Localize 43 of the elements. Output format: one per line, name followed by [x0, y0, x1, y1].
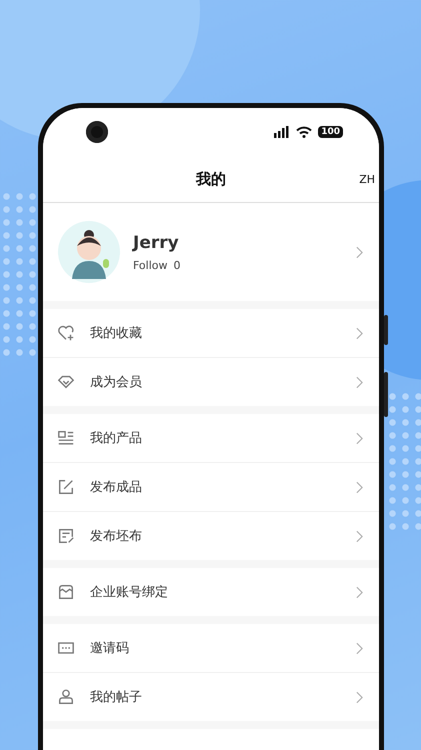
wifi-icon	[296, 126, 312, 138]
chevron-right-icon	[356, 530, 363, 542]
language-button[interactable]: ZH	[357, 170, 377, 188]
user-icon	[57, 688, 75, 706]
edit-icon	[57, 478, 75, 496]
menu-label: 邀请码	[90, 640, 130, 657]
camera-icon	[86, 121, 108, 143]
menu-label: 发布坯布	[90, 528, 143, 545]
store-icon	[57, 583, 75, 601]
diamond-icon	[57, 373, 75, 391]
chevron-right-icon	[356, 432, 363, 444]
chevron-right-icon	[356, 376, 363, 388]
profile-row[interactable]: Jerry Follow 0	[43, 203, 379, 301]
menu-label: 成为会员	[90, 374, 143, 391]
menu-label: 我的收藏	[90, 325, 143, 342]
menu-item[interactable]: 我的产品	[43, 414, 379, 463]
page-title: 我的	[196, 170, 226, 188]
chevron-right-icon	[356, 642, 363, 654]
list-icon	[57, 429, 75, 447]
menu-item[interactable]: 发布坯布	[43, 512, 379, 560]
heart-plus-icon	[57, 324, 75, 342]
menu-item[interactable]: 我的收藏	[43, 309, 379, 358]
signal-icon	[274, 126, 290, 138]
menu-item[interactable]: 我的帖子	[43, 673, 379, 721]
menu-item[interactable]: 成为会员	[43, 358, 379, 406]
menu-label: 我的产品	[90, 430, 143, 447]
menu-item[interactable]: 发布成品	[43, 463, 379, 512]
menu-item[interactable]: 企业账号绑定	[43, 568, 379, 616]
menu-label: 我的帖子	[90, 689, 143, 706]
chevron-right-icon	[356, 586, 363, 598]
chevron-right-icon	[356, 326, 363, 340]
menu-label: 发布成品	[90, 479, 143, 496]
follow-count: 0	[174, 258, 181, 272]
avatar	[58, 221, 120, 283]
user-name: Jerry	[133, 232, 180, 252]
battery-level: 100	[318, 126, 343, 138]
chevron-right-icon	[356, 480, 363, 494]
menu-item[interactable]: 邀请码	[43, 624, 379, 673]
menu-label: 企业账号绑定	[90, 584, 169, 601]
chevron-right-icon	[356, 246, 363, 258]
follow-label: Follow	[133, 258, 168, 272]
chevron-right-icon	[356, 690, 363, 704]
note-icon	[57, 527, 75, 545]
